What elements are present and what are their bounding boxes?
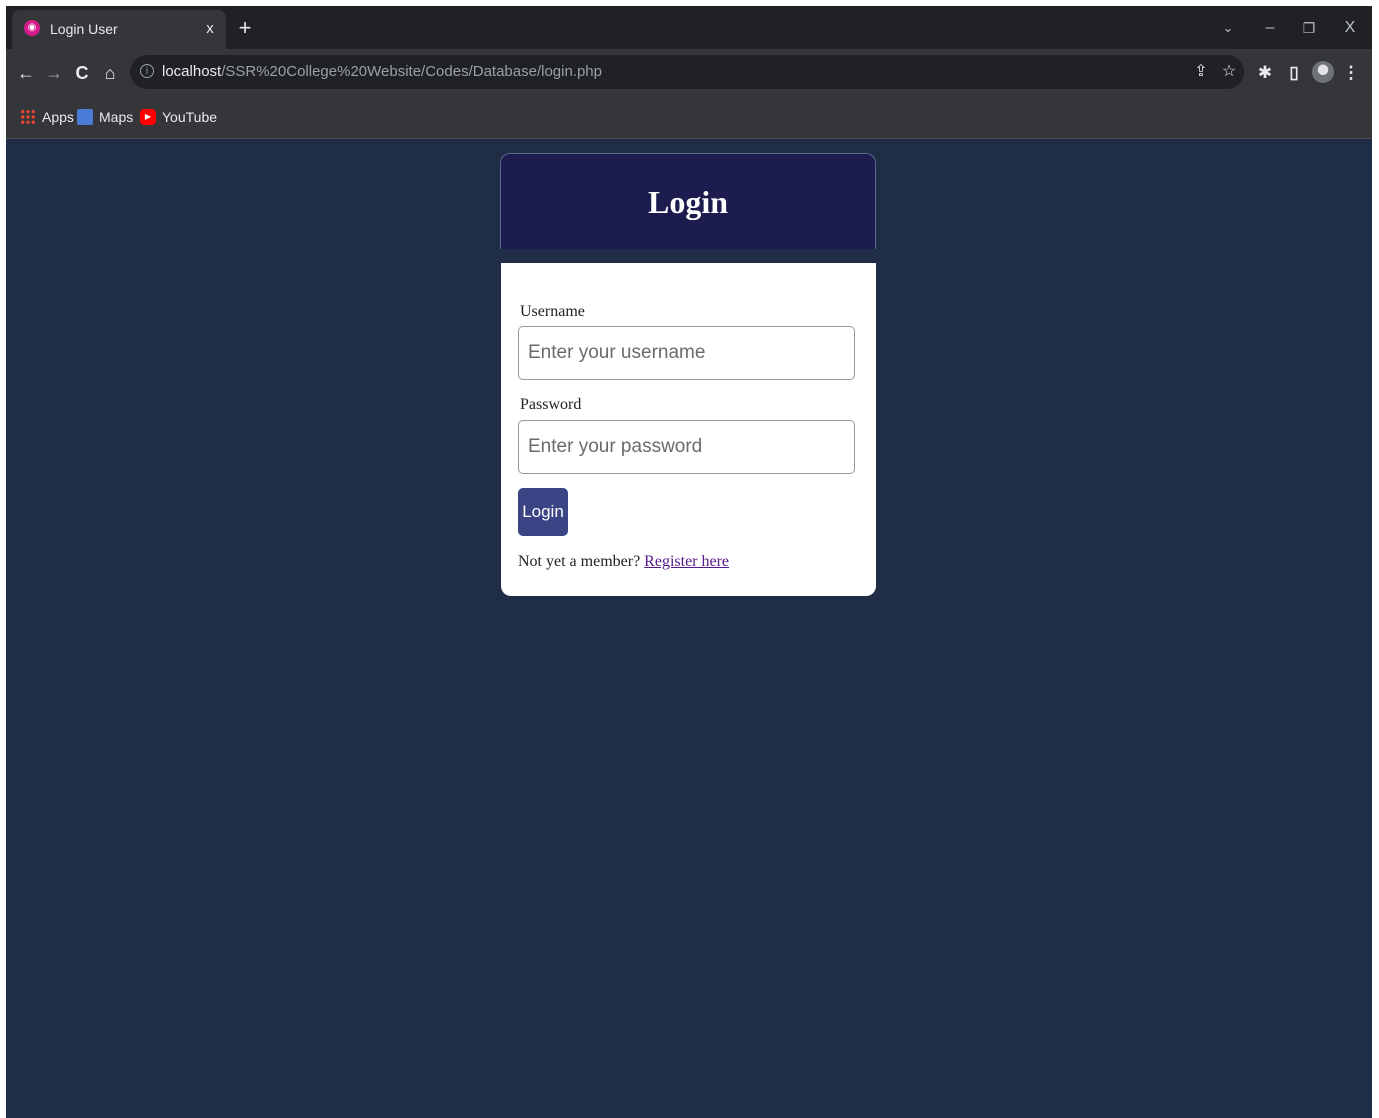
profile-avatar[interactable] [1312,61,1334,83]
url-text[interactable]: localhost/SSR%20College%20Website/Codes/… [162,63,602,80]
youtube-icon: ▶ [140,109,156,126]
password-input[interactable] [518,420,855,474]
share-icon[interactable]: ⇪ [1190,61,1212,83]
register-prompt: Not yet a member? [518,553,645,570]
forward-arrow-icon[interactable]: → [42,61,66,85]
bookmark-maps[interactable]: Maps [77,108,133,126]
browser-toolbar: ← → C ⌂ i localhost/SSR%20College%20Webs… [6,49,1372,96]
password-label: Password [520,396,582,413]
close-icon[interactable]: x [200,19,220,39]
bookmarks-bar: Apps Maps ▶ YouTube [6,96,1372,139]
tab-title: Login User [50,21,118,37]
address-bar[interactable]: i localhost/SSR%20College%20Website/Code… [130,55,1244,89]
bookmark-label: Maps [99,109,134,125]
tab-login-user[interactable]: ◉ Login User x [12,10,226,49]
window-close-icon[interactable]: X [1338,16,1362,40]
username-input[interactable] [518,326,855,380]
restore-icon[interactable]: ❐ [1297,16,1321,40]
register-link[interactable]: Register here [644,553,729,570]
new-tab-button[interactable]: + [234,17,256,39]
register-prompt-row: Not yet a member? Register here [518,553,729,571]
maps-icon [77,109,93,126]
browser-window: ◉ Login User x + ⌄ – ❐ X ← → C ⌂ i local… [6,6,1372,1118]
tab-search-icon[interactable]: ⌄ [1216,16,1240,40]
bookmark-youtube[interactable]: ▶ YouTube [140,108,217,126]
login-form: Username Password Login Not yet a member… [501,263,876,596]
login-button[interactable]: Login [518,488,568,536]
side-panel-icon[interactable]: ▯ [1282,61,1306,85]
info-icon[interactable]: i [140,64,154,78]
url-path: /SSR%20College%20Website/Codes/Database/… [221,63,602,80]
menu-icon[interactable]: ⋮ [1339,61,1363,85]
extensions-icon[interactable]: ✱ [1253,61,1277,85]
minimize-icon[interactable]: – [1258,16,1282,40]
bookmark-apps[interactable]: Apps [20,108,74,126]
home-icon[interactable]: ⌂ [98,61,122,85]
page-title: Login [647,184,729,220]
apps-grid-icon [20,109,36,126]
bookmark-star-icon[interactable]: ☆ [1218,61,1240,83]
tab-strip: ◉ Login User x + ⌄ – ❐ X [6,6,1372,49]
back-arrow-icon[interactable]: ← [14,61,38,85]
login-card-header: Login [500,153,876,249]
username-label: Username [520,303,585,320]
app-favicon-icon: ◉ [24,20,40,36]
url-host: localhost [162,63,222,80]
reload-icon[interactable]: C [70,61,94,85]
bookmark-label: YouTube [162,109,218,125]
bookmark-label: Apps [42,109,74,125]
